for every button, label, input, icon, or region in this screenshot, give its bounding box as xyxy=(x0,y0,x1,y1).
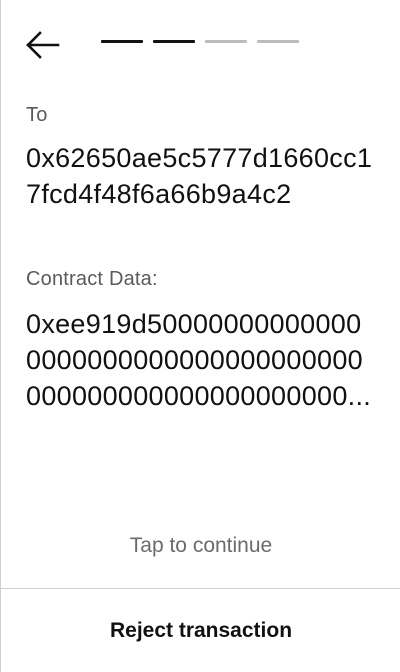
reject-transaction-button[interactable]: Reject transaction xyxy=(1,589,400,672)
contract-data-label: Contract Data: xyxy=(26,268,158,290)
progress-step xyxy=(205,40,247,43)
back-button[interactable] xyxy=(23,26,61,64)
progress-step xyxy=(101,40,143,43)
progress-step xyxy=(153,40,195,43)
to-label: To xyxy=(26,104,48,126)
to-address: 0x62650ae5c5777d1660cc17fcd4f48f6a66b9a4… xyxy=(26,143,373,209)
progress-step xyxy=(257,40,299,43)
progress-indicator xyxy=(101,40,299,43)
tap-to-continue[interactable]: Tap to continue xyxy=(1,534,400,558)
arrow-left-icon xyxy=(26,31,60,59)
contract-data-value: 0xee919d50000000000000000000000000000000… xyxy=(26,309,372,411)
